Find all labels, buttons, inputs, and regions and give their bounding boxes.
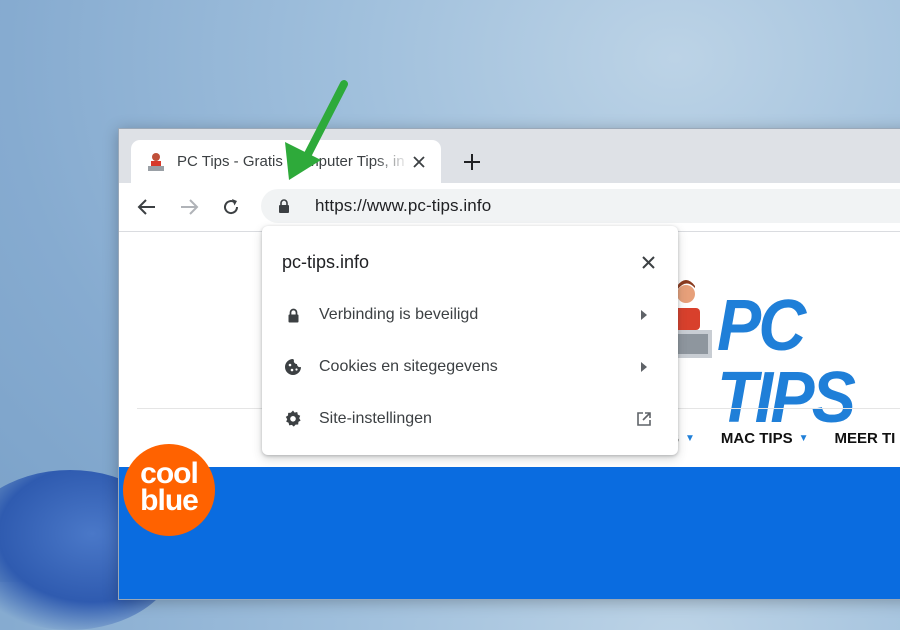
- close-icon[interactable]: [636, 250, 660, 274]
- connection-secure-row[interactable]: Verbinding is beveiligd: [262, 291, 678, 339]
- pc-tips-favicon-icon: [145, 151, 167, 173]
- nav-item-mac-tips[interactable]: MAC TIPS ▼: [721, 430, 809, 447]
- nav-label: MAC TIPS: [720, 430, 793, 447]
- submenu-arrow-icon: [634, 357, 654, 377]
- tab-title: PC Tips - Gratis Computer Tips, in: [177, 153, 405, 170]
- reload-icon[interactable]: [217, 193, 245, 221]
- coolblue-line2: blue: [140, 484, 199, 517]
- submenu-arrow-icon: [634, 305, 654, 325]
- cookie-icon: [283, 357, 303, 377]
- row-label: Site-instellingen: [319, 410, 432, 427]
- address-bar[interactable]: https://www.pc-tips.info: [261, 189, 900, 223]
- cookies-row[interactable]: Cookies en sitegegevens: [262, 343, 678, 391]
- row-label: Cookies en sitegegevens: [319, 358, 498, 375]
- gear-icon: [283, 409, 303, 429]
- site-info-lock-icon[interactable]: [275, 197, 293, 215]
- coolblue-line1: cool: [140, 457, 199, 490]
- external-link-icon: [634, 409, 654, 429]
- site-navigation: S▼ MAC TIPS▼ MEER TI: [669, 430, 900, 447]
- nav-label: MEER TI: [834, 430, 896, 447]
- ad-banner[interactable]: [119, 467, 900, 599]
- nav-item-meer-tips[interactable]: MEER TI: [835, 430, 896, 447]
- chevron-down-icon: ▼: [798, 433, 809, 444]
- back-arrow-icon[interactable]: [133, 193, 161, 221]
- browser-toolbar: https://www.pc-tips.info: [119, 183, 900, 232]
- lock-icon: [283, 305, 303, 325]
- site-settings-row[interactable]: Site-instellingen: [262, 395, 678, 443]
- site-info-popup: pc-tips.info Verbinding is beveiligd Coo…: [262, 226, 678, 455]
- tab-close-icon[interactable]: [409, 152, 429, 172]
- url-text: https://www.pc-tips.info: [315, 196, 492, 215]
- tab-pc-tips[interactable]: PC Tips - Gratis Computer Tips, in: [131, 140, 441, 183]
- tab-strip: PC Tips - Gratis Computer Tips, in: [119, 129, 900, 183]
- forward-arrow-icon[interactable]: [175, 193, 203, 221]
- pc-tips-logo[interactable]: PC TIPS: [664, 272, 900, 434]
- new-tab-plus-icon[interactable]: [459, 149, 485, 175]
- popup-domain: pc-tips.info: [282, 252, 370, 272]
- chevron-down-icon: ▼: [685, 433, 695, 444]
- logo-text: PC TIPS: [717, 286, 856, 438]
- row-label: Verbinding is beveiligd: [319, 306, 479, 323]
- coolblue-logo[interactable]: cool blue: [123, 444, 215, 536]
